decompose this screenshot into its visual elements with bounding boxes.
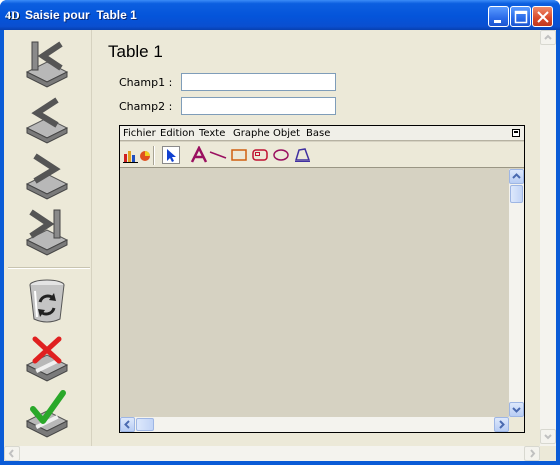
graph-menubar: Fichier Edition Texte Graphe Objet Base [120, 126, 524, 141]
menu-edition[interactable]: Edition [160, 128, 195, 139]
app-logo-icon: 4D [5, 8, 20, 22]
trash-refresh-icon [29, 279, 65, 323]
window-client: Table 1 Champ1 : Champ2 : Fichier Editio… [4, 30, 556, 461]
polygon-tool-icon [294, 148, 311, 162]
record-toolbar [4, 30, 92, 446]
text-tool-icon [190, 145, 208, 163]
app-window: 4D Saisie pour Table 1 Table 1 Champ1: … [0, 0, 560, 465]
previous-record-button[interactable] [21, 92, 73, 144]
chart-icon [123, 151, 150, 163]
graph-toolbar [120, 142, 524, 168]
chart-tool[interactable] [123, 146, 151, 164]
line-tool-icon [209, 151, 227, 159]
arrow-select-icon [167, 149, 176, 162]
next-record-icon [25, 153, 69, 200]
graph-canvas[interactable] [120, 169, 509, 417]
champ1-field[interactable] [181, 73, 336, 91]
oval-tool[interactable] [272, 146, 290, 164]
validate-check-icon [25, 390, 69, 438]
last-record-button[interactable] [21, 204, 73, 256]
rectangle-tool[interactable] [230, 146, 248, 164]
first-record-button[interactable] [21, 36, 73, 88]
graph-horizontal-scrollbar[interactable] [120, 417, 509, 432]
chevron-right-icon [530, 449, 536, 458]
scroll-down-button[interactable] [509, 402, 524, 417]
menu-fichier[interactable]: Fichier [123, 128, 156, 139]
scroll-thumb[interactable] [510, 185, 523, 203]
record-form: Table 1 Champ1 : Champ2 : Fichier Editio… [93, 30, 540, 446]
cancel-button[interactable] [21, 331, 73, 383]
chevron-up-icon [544, 34, 552, 40]
arrow-select-tool[interactable] [162, 146, 180, 164]
toolbar-separator [153, 146, 155, 165]
rounded-rectangle-tool-icon [252, 149, 268, 161]
chevron-right-icon [499, 420, 505, 429]
chevron-down-icon [544, 434, 552, 440]
window-title: Saisie pour Table 1 [25, 8, 137, 22]
next-record-button[interactable] [21, 148, 73, 200]
title-bar[interactable]: 4D Saisie pour Table 1 [0, 0, 560, 30]
window-scroll-down-button[interactable] [540, 429, 556, 444]
first-record-icon [25, 41, 69, 88]
cancel-x-icon [25, 336, 69, 382]
champ1-label: Champ1 : [119, 76, 173, 89]
chevron-down-icon [512, 407, 521, 413]
menu-texte[interactable]: Texte [199, 128, 225, 139]
champ2-field[interactable] [181, 97, 336, 115]
window-vertical-scrollbar[interactable] [540, 30, 556, 446]
window-resize-corner[interactable] [540, 446, 556, 461]
window-scroll-left-button[interactable] [4, 446, 20, 461]
window-scroll-right-button[interactable] [524, 446, 540, 461]
window-scroll-up-button[interactable] [540, 30, 556, 45]
scroll-thumb[interactable] [136, 418, 154, 431]
chevron-up-icon [512, 173, 521, 179]
maximize-button[interactable] [510, 6, 531, 27]
graph-area: Fichier Edition Texte Graphe Objet Base [119, 125, 525, 433]
maximize-icon [514, 10, 528, 24]
close-icon [537, 11, 549, 23]
menu-base[interactable]: Base [306, 128, 330, 139]
chevron-left-icon [124, 420, 130, 429]
line-tool[interactable] [209, 146, 227, 164]
graph-vertical-scrollbar[interactable] [509, 169, 524, 417]
rounded-rectangle-tool[interactable] [251, 146, 269, 164]
close-button[interactable] [532, 6, 553, 27]
scroll-corner [509, 417, 524, 432]
chevron-left-icon [8, 449, 14, 458]
polygon-tool[interactable] [293, 146, 311, 164]
text-tool[interactable] [190, 145, 208, 164]
scroll-right-button[interactable] [494, 417, 509, 432]
scroll-left-button[interactable] [120, 417, 135, 432]
minimize-icon [494, 20, 501, 23]
toolbar-separator [8, 267, 90, 269]
last-record-icon [25, 209, 69, 256]
minimize-button[interactable] [488, 6, 509, 27]
window-horizontal-scrollbar[interactable] [4, 446, 540, 461]
previous-record-icon [25, 97, 69, 144]
menu-graphe[interactable]: Graphe [233, 128, 270, 139]
validate-button[interactable] [21, 387, 73, 439]
rectangle-tool-icon [231, 149, 247, 161]
scroll-up-button[interactable] [509, 169, 524, 184]
champ2-label: Champ2 : [119, 100, 173, 113]
graph-close-box[interactable] [512, 129, 520, 137]
menu-objet[interactable]: Objet [273, 128, 300, 139]
page-title: Table 1 [108, 42, 163, 61]
oval-tool-icon [273, 149, 289, 161]
delete-record-button[interactable] [21, 275, 73, 327]
